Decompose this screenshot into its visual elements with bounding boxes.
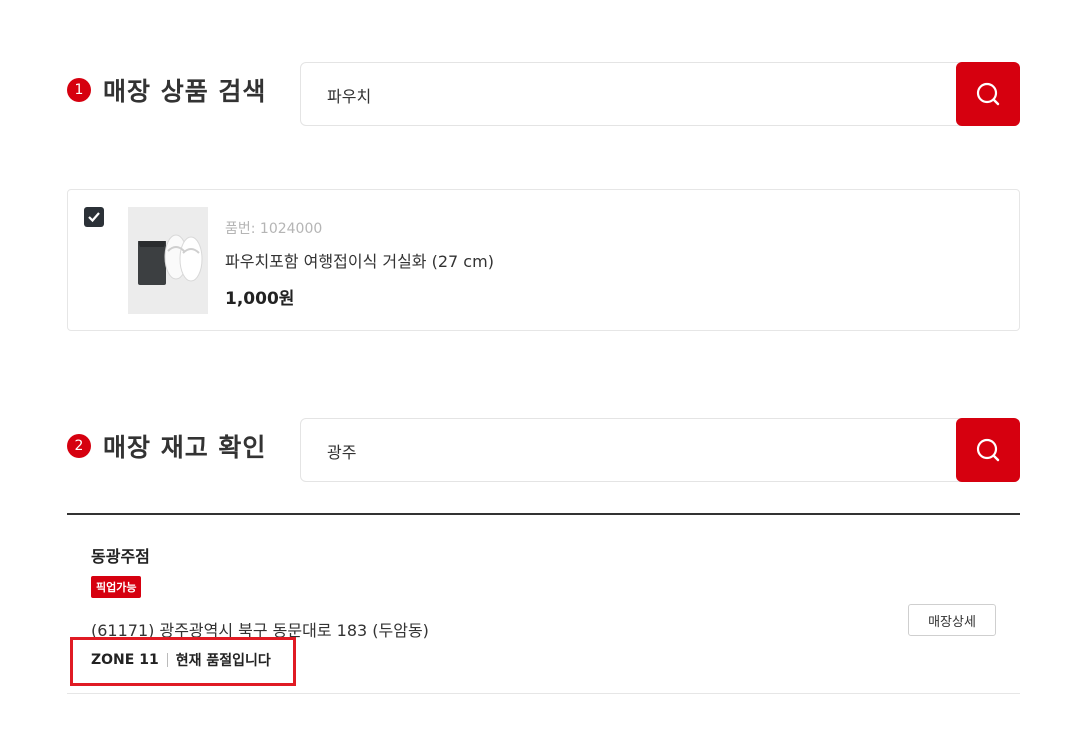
store-name: 동광주점 [91,547,150,566]
slippers-product-image [138,234,203,285]
product-price: 1,000원 [225,289,295,309]
section-title-text: 매장 상품 검색 [103,77,267,106]
step-number-badge: 1 [67,78,91,102]
checkmark-icon [88,212,100,223]
product-thumbnail [128,207,208,314]
store-search-button[interactable] [956,418,1020,482]
section-stock-check-title: 2 매장 재고 확인 [67,428,266,464]
store-search-input[interactable] [325,419,949,483]
product-search-input[interactable] [325,63,949,127]
store-search-box [300,418,1020,483]
step-number-badge: 2 [67,434,91,458]
store-detail-button[interactable]: 매장상세 [908,604,996,636]
product-code: 품번: 1024000 [225,221,323,237]
product-search-box [300,62,1020,127]
section-title-text: 매장 재고 확인 [103,433,267,462]
product-select-checkbox[interactable] [84,207,104,227]
pickup-available-badge: 픽업가능 [91,576,142,598]
stock-highlight-box [70,637,296,686]
results-bottom-divider [67,693,1020,694]
search-icon [976,438,1000,462]
section-product-search-title: 1 매장 상품 검색 [67,72,266,108]
results-top-divider [67,513,1020,515]
product-search-button[interactable] [956,62,1020,126]
search-icon [976,82,1000,106]
product-name[interactable]: 파우치포함 여행접이식 거실화 (27 cm) [225,248,494,272]
product-info: 품번: 1024000 파우치포함 여행접이식 거실화 (27 cm) 1,00… [225,218,494,309]
product-card[interactable]: 품번: 1024000 파우치포함 여행접이식 거실화 (27 cm) 1,00… [67,189,1020,331]
